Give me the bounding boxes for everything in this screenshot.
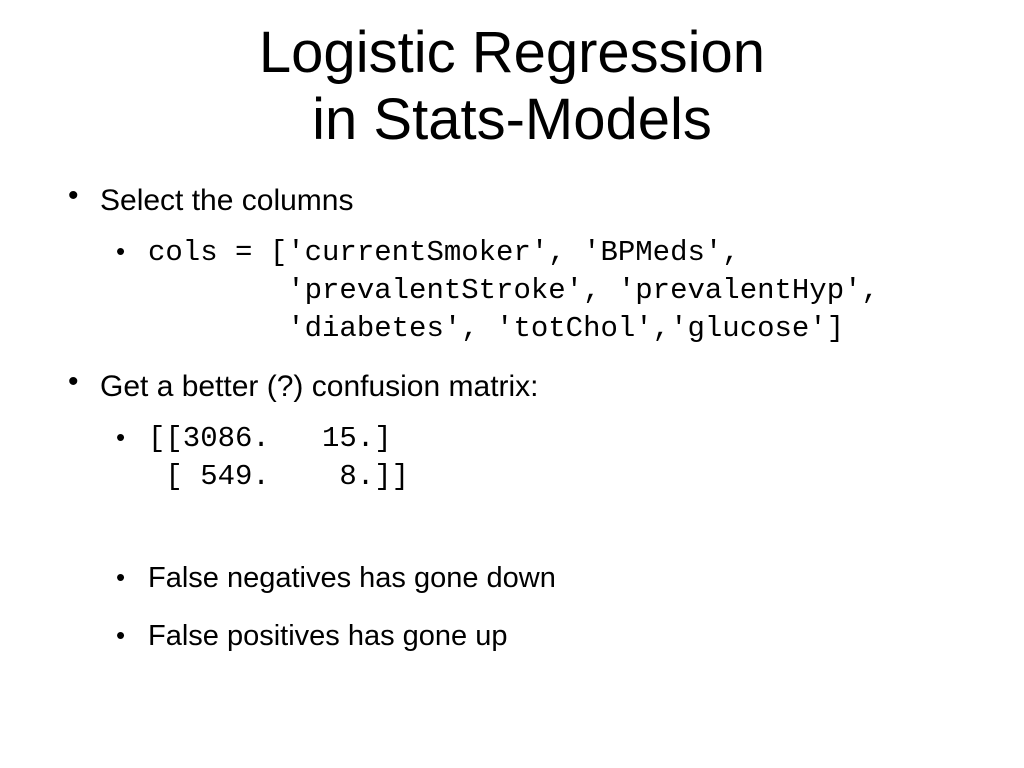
inner-list-3: False negatives has gone down False posi… <box>100 560 964 655</box>
title-line-2: in Stats-Models <box>312 87 712 152</box>
bullet-confusion-matrix: Get a better (?) confusion matrix: [[308… <box>100 367 964 655</box>
title-line-1: Logistic Regression <box>259 20 765 85</box>
code-matrix: [[3086. 15.] [ 549. 8.]] <box>148 420 964 495</box>
bullet-false-negatives: False negatives has gone down <box>148 560 964 598</box>
inner-list-2: [[3086. 15.] [ 549. 8.]] <box>100 420 964 495</box>
bullet-select-columns: Select the columns cols = ['currentSmoke… <box>100 181 964 347</box>
bullet-text: Select the columns <box>100 181 964 220</box>
sub-bullet-text: False positives has gone up <box>148 618 964 656</box>
sub-bullet-text: False negatives has gone down <box>148 560 964 598</box>
bullet-text: Get a better (?) confusion matrix: <box>100 367 964 406</box>
code-block-matrix: [[3086. 15.] [ 549. 8.]] <box>148 420 964 495</box>
slide-title: Logistic Regression in Stats-Models <box>60 20 964 153</box>
code-cols: cols = ['currentSmoker', 'BPMeds', 'prev… <box>148 234 964 347</box>
main-bullet-list: Select the columns cols = ['currentSmoke… <box>60 181 964 655</box>
code-block-cols: cols = ['currentSmoker', 'BPMeds', 'prev… <box>148 234 964 347</box>
bullet-false-positives: False positives has gone up <box>148 618 964 656</box>
inner-list-1: cols = ['currentSmoker', 'BPMeds', 'prev… <box>100 234 964 347</box>
